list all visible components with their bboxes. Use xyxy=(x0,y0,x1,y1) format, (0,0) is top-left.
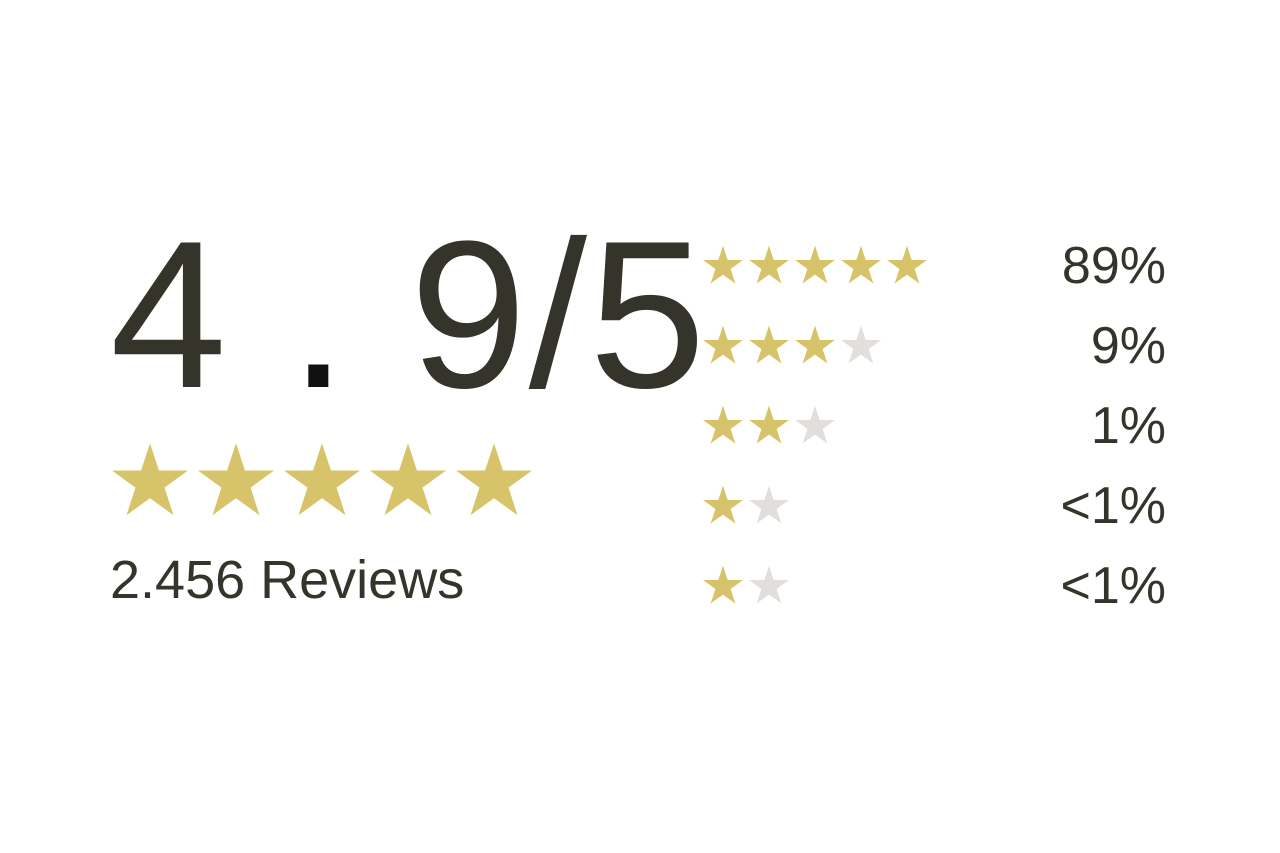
average-star-rating xyxy=(110,440,670,530)
star-filled-icon xyxy=(749,405,789,444)
row-percent: <1% xyxy=(1060,557,1166,615)
score-rest: 9/5 xyxy=(409,197,708,432)
star-filled-icon xyxy=(703,245,743,284)
row-stars xyxy=(702,244,928,286)
star-filled-icon xyxy=(749,245,789,284)
star-filled-icon xyxy=(841,245,881,284)
rating-row: <1% xyxy=(700,552,1170,632)
row-percent: 9% xyxy=(1090,317,1166,375)
star-filled-icon xyxy=(795,325,835,364)
rating-row: <1% xyxy=(700,472,1170,552)
row-stars xyxy=(702,564,790,606)
rating-row: 89% xyxy=(700,232,1170,312)
star-empty-icon xyxy=(795,405,835,444)
row-stars xyxy=(702,484,790,526)
average-rating: 4 . 9/5 xyxy=(110,210,706,420)
rating-row: 9% xyxy=(700,312,1170,392)
row-percent: <1% xyxy=(1060,477,1166,535)
star-empty-icon xyxy=(749,565,789,604)
row-percent: 89% xyxy=(1061,237,1166,295)
star-filled-icon xyxy=(703,565,743,604)
star-filled-icon xyxy=(369,443,447,516)
review-count: 2.456 Reviews xyxy=(110,550,465,610)
star-filled-icon xyxy=(887,245,927,284)
rating-summary: 4 . 9/5 2.456 Reviews xyxy=(110,210,706,611)
score-decimal-point: . xyxy=(289,197,350,432)
star-filled-icon xyxy=(749,325,789,364)
star-empty-icon xyxy=(841,325,881,364)
star-filled-icon xyxy=(111,443,189,516)
rating-row: 1% xyxy=(700,392,1170,472)
star-filled-icon xyxy=(197,443,275,516)
row-stars xyxy=(702,324,882,366)
score-whole: 4 xyxy=(110,197,229,432)
rating-breakdown: 89% 9% 1% <1% <1% xyxy=(700,232,1170,632)
star-filled-icon xyxy=(283,443,361,516)
row-percent: 1% xyxy=(1090,397,1166,455)
star-filled-icon xyxy=(795,245,835,284)
star-filled-icon xyxy=(703,405,743,444)
row-stars xyxy=(702,404,836,446)
star-filled-icon xyxy=(703,485,743,524)
star-filled-icon xyxy=(455,443,533,516)
star-empty-icon xyxy=(749,485,789,524)
star-filled-icon xyxy=(703,325,743,364)
